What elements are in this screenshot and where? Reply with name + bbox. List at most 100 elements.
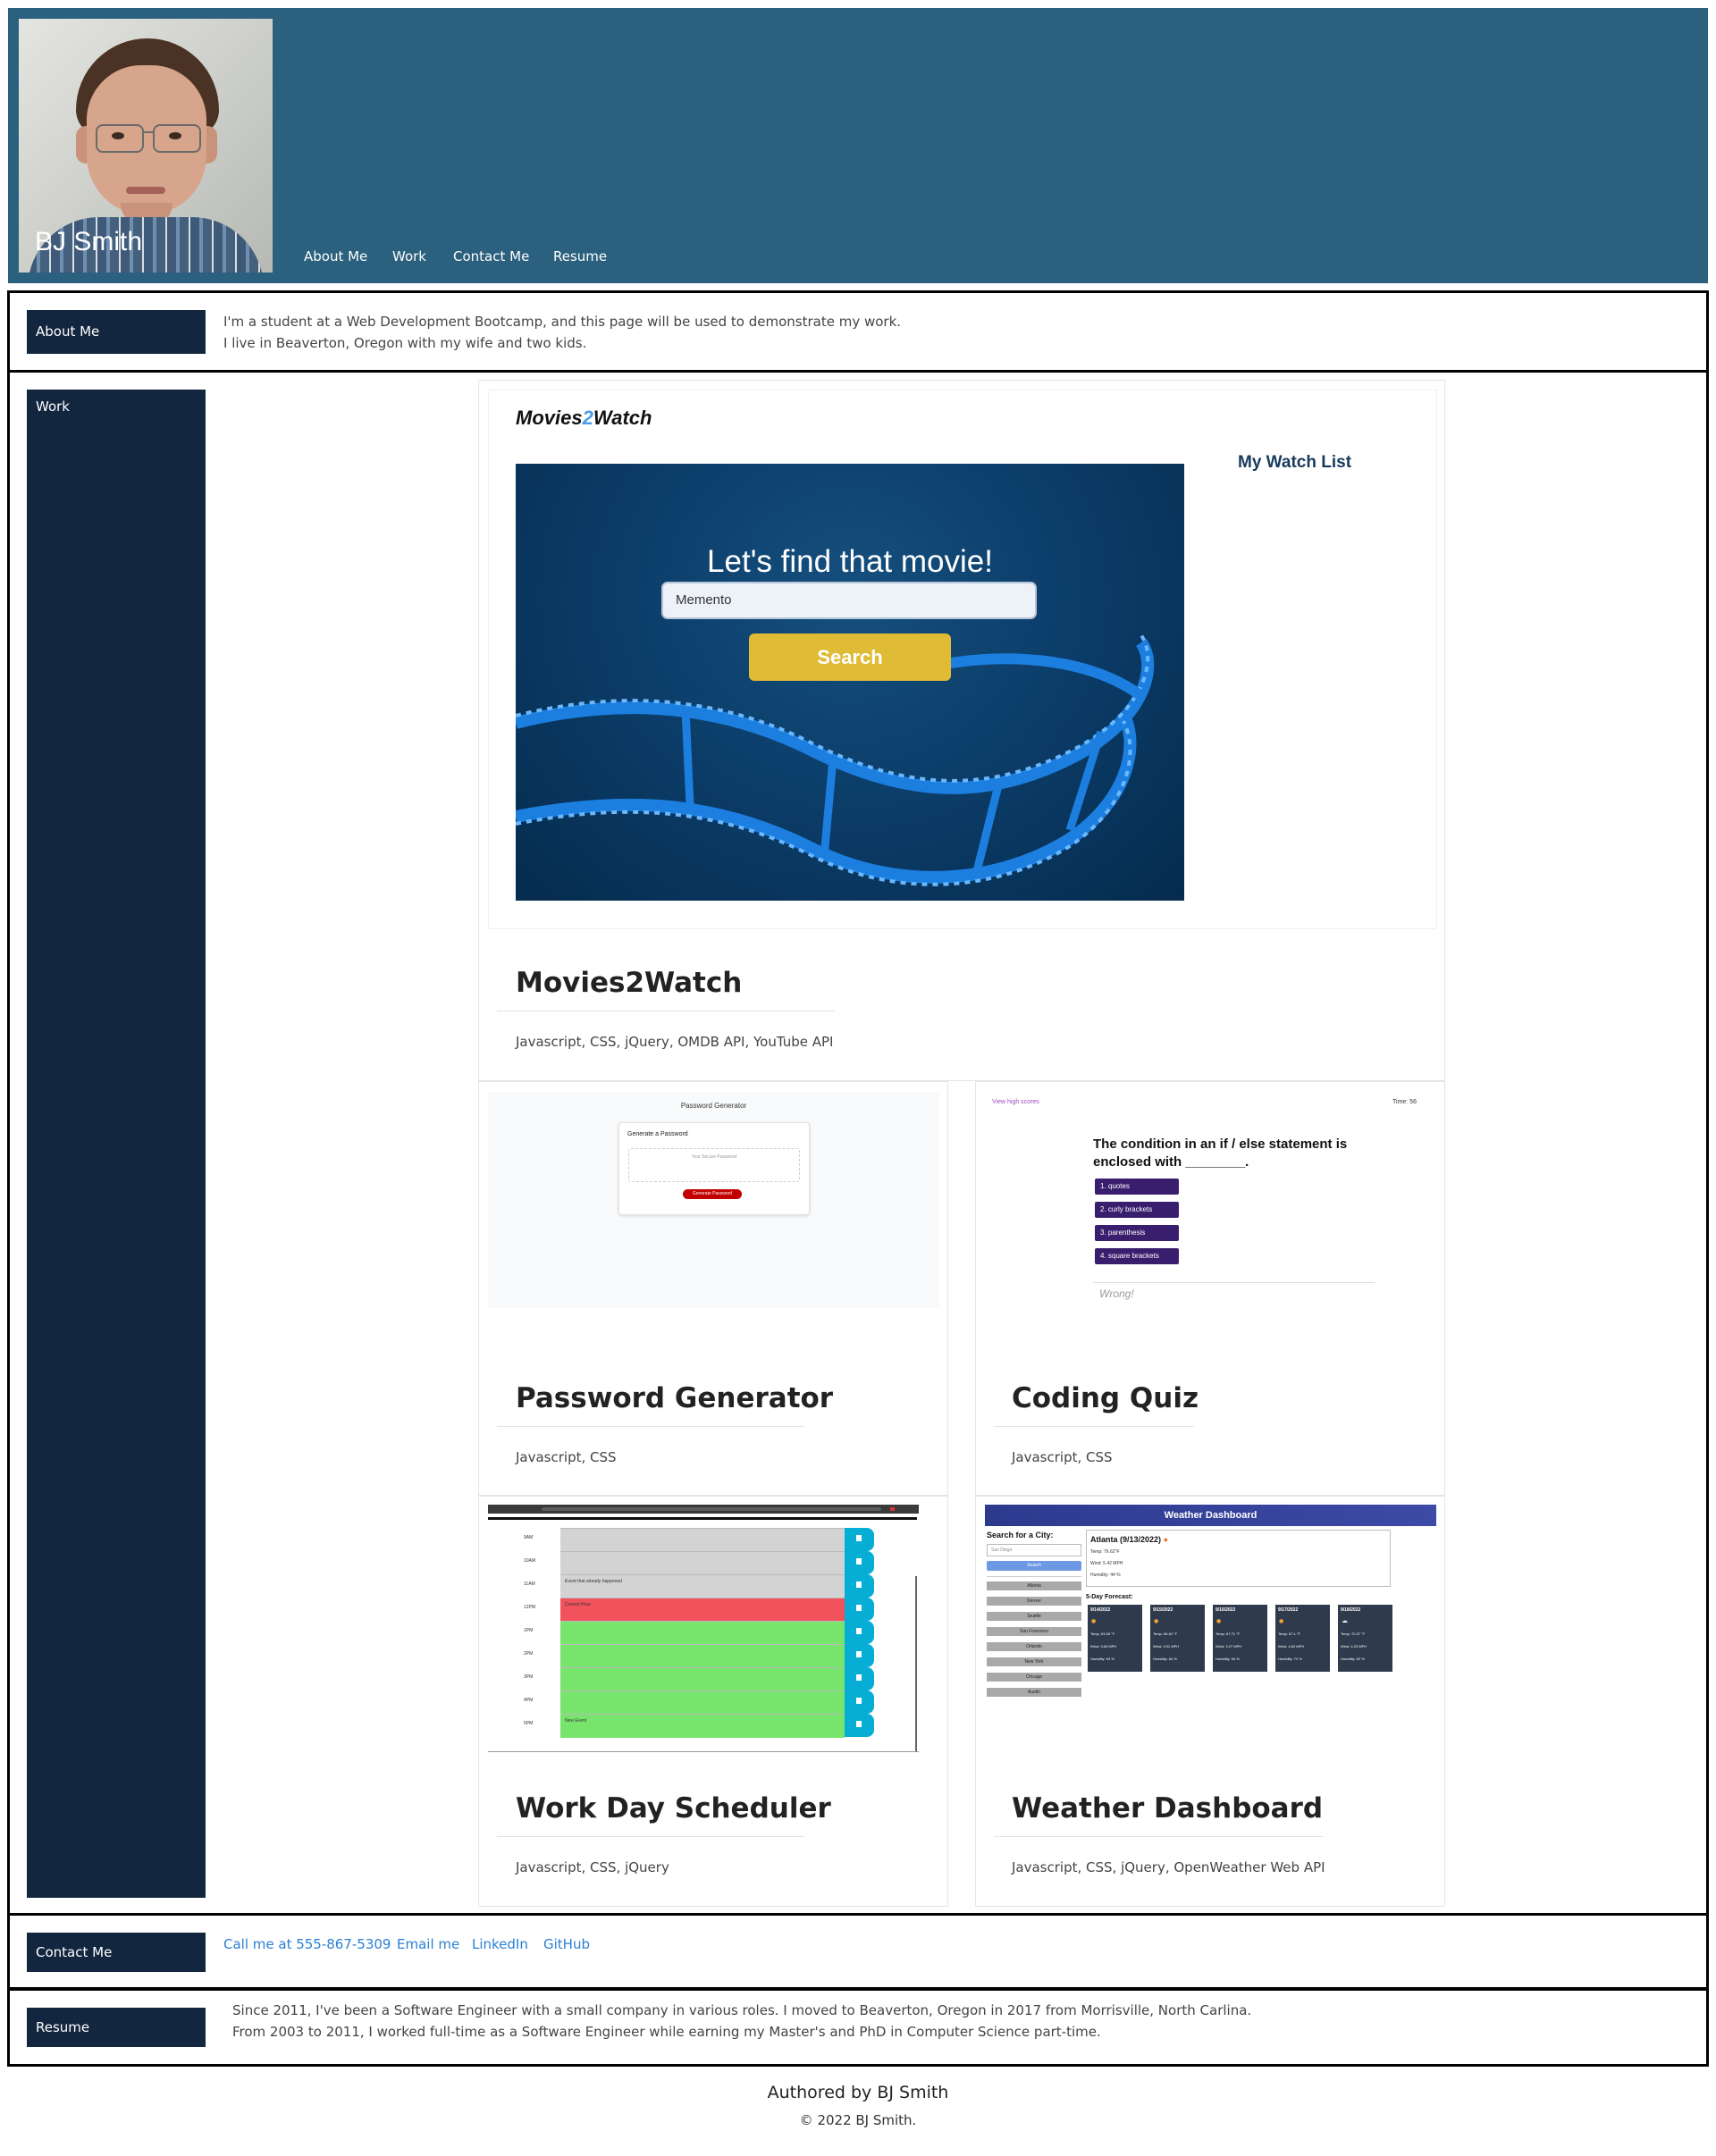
about-line-1: I'm a student at a Web Development Bootc… [223, 314, 902, 330]
card-divider [994, 1836, 1323, 1837]
quiz-feedback: Wrong! [1099, 1288, 1134, 1300]
quiz-answer-3: 3. parenthesis [1095, 1225, 1179, 1241]
nav-work[interactable]: Work [392, 248, 426, 264]
project-tech-password-generator: Javascript, CSS [516, 1449, 617, 1465]
weather-current-panel: Atlanta (9/13/2022) ● Temp: 76.62°F Wind… [1086, 1530, 1391, 1587]
about-line-2: I live in Beaverton, Oregon with my wife… [223, 335, 587, 351]
project-title-work-day-scheduler[interactable]: Work Day Scheduler [516, 1792, 831, 1825]
forecast-card: 9/16/2022 ● Temp: 67.71 °F Wind: 3.27 MP… [1213, 1605, 1267, 1672]
sun-icon: ● [1216, 1618, 1222, 1624]
quiz-answer-4: 4. square brackets [1095, 1248, 1179, 1264]
movie-search-input: Memento [661, 582, 1037, 619]
sched-save-button [845, 1574, 874, 1598]
lock-icon [856, 1605, 862, 1611]
lock-icon [856, 1721, 862, 1727]
resume-line-2: From 2003 to 2011, I worked full-time as… [232, 2024, 1101, 2040]
movies2watch-logo: Movies2Watch [516, 407, 652, 429]
sched-row-past [560, 1528, 845, 1552]
work-label: Work [27, 390, 206, 1898]
sched-row-past: Event that already happened [560, 1574, 845, 1598]
sched-save-button [845, 1667, 874, 1690]
weather-current-title: Atlanta (9/13/2022) ● [1090, 1535, 1168, 1544]
site-title: BJ Smith [35, 227, 143, 256]
quiz-high-scores: View high scores [992, 1099, 1039, 1105]
weather-history-button: Austin [987, 1688, 1081, 1697]
sched-hour: 10AM [524, 1558, 536, 1564]
project-tech-weather-dashboard: Javascript, CSS, jQuery, OpenWeather Web… [1012, 1859, 1325, 1875]
quiz-timer: Time: 56 [1392, 1099, 1417, 1105]
forecast-label: 5-Day Forecast: [1086, 1594, 1133, 1600]
card-divider [497, 1836, 804, 1837]
scrollbar [915, 1576, 917, 1751]
my-watch-list-link: My Watch List [1238, 453, 1352, 472]
project-tech-work-day-scheduler: Javascript, CSS, jQuery [516, 1859, 669, 1875]
weather-city-input: San Diego [987, 1544, 1081, 1556]
footer-authored: Authored by BJ Smith [767, 2083, 949, 2102]
sun-icon: ● [1279, 1618, 1284, 1624]
contact-email-link[interactable]: Email me [397, 1934, 459, 1955]
sun-icon: ● [1163, 1535, 1168, 1544]
resume-label: Resume [27, 2008, 206, 2047]
site-header: BJ Smith About Me Work Contact Me Resume [8, 8, 1708, 283]
contact-linkedin-link[interactable]: LinkedIn [472, 1934, 528, 1955]
nav-about-me[interactable]: About Me [304, 248, 367, 264]
sun-icon: ● [1091, 1618, 1097, 1624]
weather-search-label: Search for a City: [987, 1531, 1054, 1539]
project-tech-coding-quiz: Javascript, CSS [1012, 1449, 1113, 1465]
sched-save-button [845, 1644, 874, 1667]
contact-label: Contact Me [27, 1933, 206, 1972]
sched-hour: 9AM [524, 1535, 534, 1540]
sched-hour: 1PM [524, 1628, 534, 1633]
coding-quiz-screenshot: View high scores Time: 56 The condition … [985, 1092, 1436, 1308]
weather-history-button: Denver [987, 1597, 1081, 1606]
weather-dashboard-screenshot: Weather Dashboard Search for a City: San… [985, 1505, 1436, 1712]
nav-resume[interactable]: Resume [553, 248, 607, 264]
nav-contact-me[interactable]: Contact Me [453, 248, 529, 264]
project-title-movies2watch[interactable]: Movies2Watch [516, 967, 742, 999]
sched-hour: 3PM [524, 1674, 534, 1680]
sched-hour: 2PM [524, 1651, 534, 1657]
forecast-card: 9/18/2022 ☁ Temp: 70.37 °F Wind: 4.23 MP… [1338, 1605, 1392, 1672]
about-label: About Me [27, 310, 206, 354]
card-divider [994, 1426, 1194, 1427]
quiz-answer-1: 1. quotes [1095, 1179, 1179, 1195]
browser-toolbar [488, 1505, 919, 1514]
sched-row-future [560, 1690, 845, 1715]
weather-search-button: Search [987, 1561, 1081, 1571]
sun-icon: ● [1154, 1618, 1159, 1624]
weather-history-button: Atlanta [987, 1581, 1081, 1590]
weather-history-button: New York [987, 1657, 1081, 1666]
cloud-icon: ☁ [1342, 1617, 1348, 1624]
sched-hour: 4PM [524, 1698, 534, 1703]
forecast-card: 9/17/2022 ● Temp: 67.1 °F Wind: 4.83 MPH… [1275, 1605, 1330, 1672]
project-tech-movies2watch: Javascript, CSS, jQuery, OMDB API, YouTu… [516, 1034, 834, 1050]
sched-save-button [845, 1621, 874, 1644]
work-day-scheduler-screenshot: 9AM 10AM 11AM Event that already happene… [488, 1505, 919, 1755]
lock-icon [856, 1674, 862, 1681]
lock-icon [856, 1581, 862, 1588]
forecast-card: 9/15/2022 ● Temp: 66.62 °F Wind: 3.91 MP… [1150, 1605, 1205, 1672]
lock-icon [856, 1651, 862, 1657]
password-generator-screenshot: Password Generator Generate a Password Y… [488, 1092, 939, 1308]
sched-hour: 11AM [524, 1581, 535, 1587]
contact-github-link[interactable]: GitHub [543, 1934, 590, 1955]
weather-history-button: Orlando [987, 1642, 1081, 1651]
resume-line-1: Since 2011, I've been a Software Enginee… [232, 2002, 1252, 2018]
sched-save-button [845, 1690, 874, 1714]
quiz-answer-2: 2. curly brackets [1095, 1202, 1179, 1218]
project-title-weather-dashboard[interactable]: Weather Dashboard [1012, 1792, 1323, 1825]
sched-row-future [560, 1621, 845, 1645]
sched-save-button [845, 1528, 874, 1551]
lock-icon [856, 1628, 862, 1634]
sched-row-present: Current Hour [560, 1598, 845, 1622]
sched-row-future [560, 1644, 845, 1668]
movie-hero-headline: Let's find that movie! [707, 544, 993, 579]
sched-save-button [845, 1598, 874, 1621]
contact-phone-link[interactable]: Call me at 555-867-5309 [223, 1934, 391, 1955]
project-title-password-generator[interactable]: Password Generator [516, 1382, 833, 1414]
sched-row-past [560, 1551, 845, 1575]
project-title-coding-quiz[interactable]: Coding Quiz [1012, 1382, 1199, 1414]
sched-row-future [560, 1667, 845, 1691]
sched-hour: 5PM [524, 1721, 534, 1726]
weather-history-button: Seattle [987, 1612, 1081, 1621]
